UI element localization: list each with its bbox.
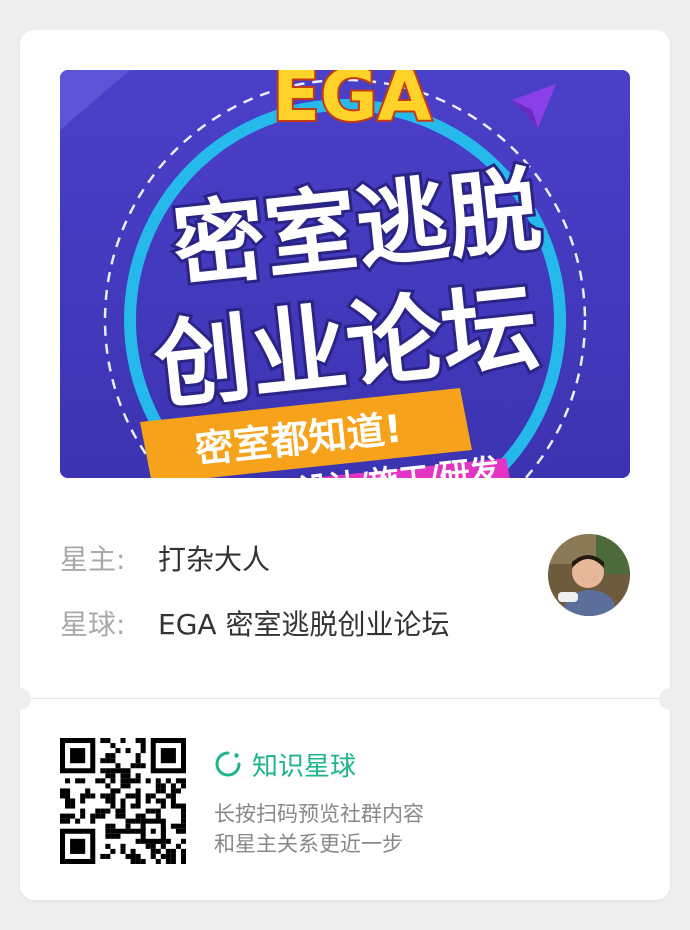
- footer-line1: 长按扫码预览社群内容: [214, 802, 424, 826]
- left-notch: [9, 688, 31, 710]
- owner-label: 星主:: [60, 543, 126, 576]
- planet-name: EGA 密室逃脱创业论坛: [158, 608, 450, 641]
- community-banner: EGA 密室逃脱 创业论坛 密室都知道! 设计/施工/研发: [60, 70, 630, 478]
- banner-logo-text: EGA: [272, 70, 431, 137]
- share-card: EGA 密室逃脱 创业论坛 密室都知道! 设计/施工/研发 星主: 打杂大人 星…: [9, 30, 681, 900]
- right-notch: [659, 688, 681, 710]
- card-divider: [20, 698, 670, 699]
- planet-label: 星球:: [60, 608, 126, 641]
- brand-logo: 知识星球: [214, 746, 356, 782]
- owner-avatar[interactable]: [548, 534, 630, 616]
- footer-line2: 和星主关系更近一步: [214, 832, 403, 856]
- brand-name: 知识星球: [252, 751, 357, 782]
- owner-name: 打杂大人: [158, 543, 271, 576]
- qr-code[interactable]: [60, 738, 186, 864]
- planet-ring-icon: [215, 751, 241, 777]
